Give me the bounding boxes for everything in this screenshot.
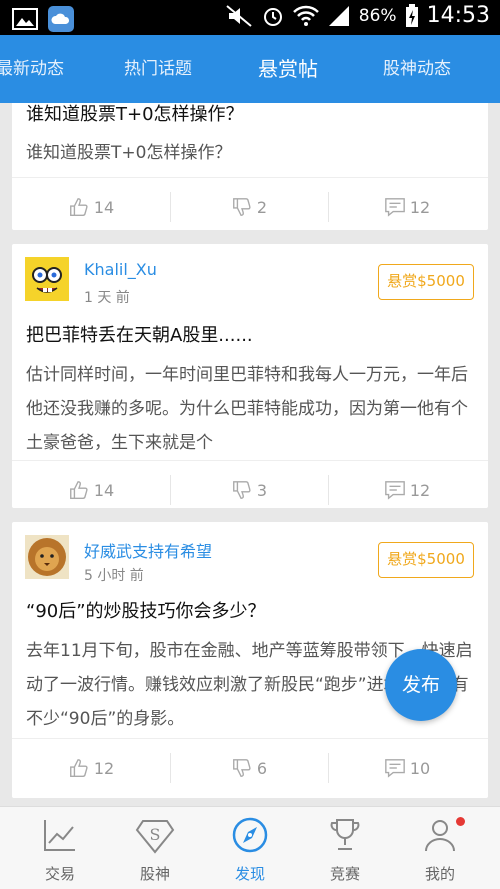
post-username[interactable]: Khalil_Xu	[84, 260, 157, 279]
post-time: 5 小时 前	[84, 568, 144, 584]
tab-hot-topics[interactable]: 热门话题	[124, 35, 192, 103]
thumbs-up-icon	[69, 759, 88, 777]
nav-discover[interactable]: 发现	[200, 807, 300, 889]
post-title[interactable]: “90后”的炒股技巧你会多少？	[26, 597, 266, 623]
post-body[interactable]: 谁知道股票T+0怎样操作？	[26, 136, 474, 170]
like-count: 14	[93, 197, 115, 217]
tab-stock-gods[interactable]: 股神动态	[383, 35, 451, 103]
post-body[interactable]: 估计同样时间，一年时间里巴菲特和我每人一万元，一年后他还没我赚的多呢。为什么巴菲…	[26, 358, 474, 460]
nav-stock-god-label: 股神	[139, 865, 170, 883]
signal-icon	[328, 5, 349, 26]
battery-percent: 86%	[358, 5, 397, 26]
nav-mine[interactable]: 我的	[390, 807, 490, 889]
post-card[interactable]: 谁知道股票T+0怎样操作？ 谁知道股票T+0怎样操作？ 14 2 12	[12, 103, 488, 230]
comment-button[interactable]: 10	[328, 739, 486, 797]
comment-icon	[384, 481, 405, 500]
battery-icon	[405, 3, 418, 27]
gallery-icon	[12, 8, 38, 30]
comment-button[interactable]: 12	[328, 461, 486, 519]
dislike-count: 2	[256, 197, 268, 217]
comment-button[interactable]: 12	[328, 178, 486, 236]
post-time: 1 天 前	[84, 290, 130, 306]
lion-avatar-icon	[25, 535, 69, 579]
wifi-icon	[292, 5, 319, 26]
spongebob-avatar-icon	[25, 257, 69, 301]
nav-contest-label: 竞赛	[329, 865, 360, 883]
chart-icon	[44, 820, 75, 851]
dislike-button[interactable]: 3	[170, 461, 328, 519]
comment-icon	[384, 198, 405, 217]
nav-contest[interactable]: 竞赛	[295, 807, 395, 889]
top-tabs: 最新动态 热门话题 悬赏帖 股神动态	[0, 35, 500, 103]
publish-button[interactable]: 发布	[385, 649, 457, 721]
thumbs-up-icon	[69, 481, 88, 499]
thumbs-down-icon	[232, 198, 251, 216]
comment-icon	[384, 759, 405, 778]
dislike-count: 3	[256, 480, 268, 500]
cloud-app-icon	[48, 6, 74, 32]
nav-trade-label: 交易	[44, 865, 75, 883]
like-count: 12	[93, 758, 115, 778]
thumbs-down-icon	[232, 759, 251, 777]
comment-count: 10	[409, 758, 431, 778]
post-username[interactable]: 好威武支持有希望	[84, 538, 212, 562]
post-card[interactable]: Khalil_Xu 1 天 前 悬赏$5000 把巴菲特丢在天朝A股里.....…	[12, 244, 488, 508]
dislike-button[interactable]: 2	[170, 178, 328, 236]
tab-bounty-posts[interactable]: 悬赏帖	[258, 35, 318, 103]
alarm-icon	[263, 7, 282, 26]
mute-icon	[226, 4, 252, 27]
bounty-badge: 悬赏$5000	[378, 264, 474, 300]
bounty-badge: 悬赏$5000	[378, 542, 474, 578]
thumbs-down-icon	[232, 481, 251, 499]
status-bar: 86% 14:53	[0, 0, 500, 35]
nav-trade[interactable]: 交易	[10, 807, 110, 889]
dislike-button[interactable]: 6	[170, 739, 328, 797]
avatar[interactable]	[25, 535, 69, 579]
nav-discover-label: 发现	[234, 865, 265, 883]
trophy-icon	[330, 819, 360, 850]
compass-icon	[232, 817, 268, 853]
dislike-count: 6	[256, 758, 268, 778]
thumbs-up-icon	[69, 198, 88, 216]
notification-dot	[456, 817, 465, 826]
post-actions: 14 3 12	[12, 460, 488, 518]
bottom-nav: 交易 S 股神 发现 竞赛 我的	[0, 806, 500, 889]
superman-s-icon: S	[135, 820, 175, 854]
clock: 14:53	[426, 3, 490, 28]
like-count: 14	[93, 480, 115, 500]
like-button[interactable]: 12	[12, 739, 170, 797]
like-button[interactable]: 14	[12, 178, 170, 236]
person-icon	[425, 820, 455, 852]
comment-count: 12	[409, 480, 431, 500]
nav-mine-label: 我的	[424, 865, 455, 883]
like-button[interactable]: 14	[12, 461, 170, 519]
post-actions: 12 6 10	[12, 738, 488, 796]
svg-text:S: S	[150, 825, 161, 844]
post-title[interactable]: 谁知道股票T+0怎样操作？	[26, 103, 244, 126]
nav-stock-god[interactable]: S 股神	[105, 807, 205, 889]
avatar[interactable]	[25, 257, 69, 301]
post-title[interactable]: 把巴菲特丢在天朝A股里......	[26, 321, 253, 347]
post-actions: 14 2 12	[12, 177, 488, 235]
comment-count: 12	[409, 197, 431, 217]
tab-latest[interactable]: 最新动态	[0, 35, 64, 103]
